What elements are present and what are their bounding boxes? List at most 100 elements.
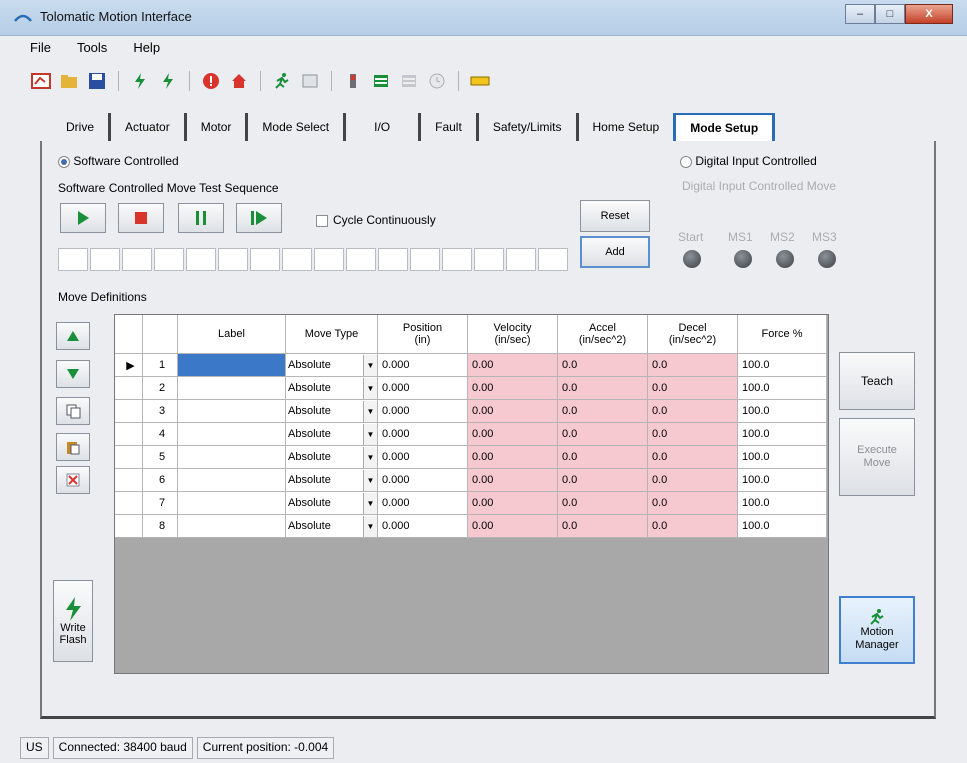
- tab-mode-select[interactable]: Mode Select: [248, 113, 347, 141]
- move-up-button[interactable]: [56, 322, 90, 350]
- sequence-slot[interactable]: [314, 248, 344, 271]
- sequence-slot[interactable]: [186, 248, 216, 271]
- chevron-down-icon[interactable]: ▼: [363, 377, 377, 399]
- run-icon[interactable]: [271, 70, 293, 92]
- clock-icon[interactable]: [426, 70, 448, 92]
- execute-move-button[interactable]: Execute Move: [839, 418, 915, 496]
- table-row[interactable]: 5 Absolute ▼ 0.000 0.00 0.0 0.0 100.0: [115, 446, 828, 469]
- save-icon[interactable]: [86, 70, 108, 92]
- table-row[interactable]: 7 Absolute ▼ 0.000 0.00 0.0 0.0 100.0: [115, 492, 828, 515]
- decel-cell[interactable]: 0.0: [648, 423, 738, 446]
- decel-cell[interactable]: 0.0: [648, 400, 738, 423]
- sequence-slot[interactable]: [538, 248, 568, 271]
- label-cell[interactable]: [178, 515, 286, 538]
- velocity-cell[interactable]: 0.00: [468, 515, 558, 538]
- position-cell[interactable]: 0.000: [378, 469, 468, 492]
- position-cell[interactable]: 0.000: [378, 354, 468, 377]
- sequence-slot[interactable]: [154, 248, 184, 271]
- force-cell[interactable]: 100.0: [738, 446, 827, 469]
- table-row[interactable]: ▶ 1 Absolute ▼ 0.000 0.00 0.0 0.0 100.0: [115, 354, 828, 377]
- force-cell[interactable]: 100.0: [738, 423, 827, 446]
- sequence-slot[interactable]: [474, 248, 504, 271]
- error-icon[interactable]: [200, 70, 222, 92]
- velocity-cell[interactable]: 0.00: [468, 469, 558, 492]
- label-cell[interactable]: [178, 469, 286, 492]
- force-cell[interactable]: 100.0: [738, 400, 827, 423]
- sequence-slot[interactable]: [218, 248, 248, 271]
- move-type-select[interactable]: Absolute ▼: [286, 446, 378, 469]
- velocity-cell[interactable]: 0.00: [468, 377, 558, 400]
- chevron-down-icon[interactable]: ▼: [363, 492, 377, 514]
- velocity-cell[interactable]: 0.00: [468, 423, 558, 446]
- decel-cell[interactable]: 0.0: [648, 492, 738, 515]
- checkbox[interactable]: [316, 214, 328, 227]
- accel-cell[interactable]: 0.0: [558, 400, 648, 423]
- tab-actuator[interactable]: Actuator: [111, 113, 187, 141]
- label-cell[interactable]: [178, 354, 286, 377]
- velocity-cell[interactable]: 0.00: [468, 492, 558, 515]
- menu-help[interactable]: Help: [133, 40, 160, 60]
- home-icon[interactable]: [228, 70, 250, 92]
- tab-drive[interactable]: Drive: [52, 113, 112, 141]
- sequence-slot[interactable]: [506, 248, 536, 271]
- open-icon[interactable]: [58, 70, 80, 92]
- accel-cell[interactable]: 0.0: [558, 423, 648, 446]
- position-cell[interactable]: 0.000: [378, 446, 468, 469]
- force-cell[interactable]: 100.0: [738, 377, 827, 400]
- write-flash-button[interactable]: Write Flash: [53, 580, 93, 662]
- force-cell[interactable]: 100.0: [738, 515, 827, 538]
- velocity-cell[interactable]: 0.00: [468, 400, 558, 423]
- delete-button[interactable]: [56, 466, 90, 494]
- label-cell[interactable]: [178, 400, 286, 423]
- decel-cell[interactable]: 0.0: [648, 469, 738, 492]
- table-row[interactable]: 2 Absolute ▼ 0.000 0.00 0.0 0.0 100.0: [115, 377, 828, 400]
- force-cell[interactable]: 100.0: [738, 492, 827, 515]
- position-cell[interactable]: 0.000: [378, 515, 468, 538]
- decel-cell[interactable]: 0.0: [648, 377, 738, 400]
- io-icon[interactable]: [342, 70, 364, 92]
- force-cell[interactable]: 100.0: [738, 354, 827, 377]
- move-type-select[interactable]: Absolute ▼: [286, 423, 378, 446]
- step-button[interactable]: [236, 203, 282, 233]
- chevron-down-icon[interactable]: ▼: [363, 446, 377, 468]
- sequence-slot[interactable]: [90, 248, 120, 271]
- move-type-select[interactable]: Absolute ▼: [286, 377, 378, 400]
- table-row[interactable]: 8 Absolute ▼ 0.000 0.00 0.0 0.0 100.0: [115, 515, 828, 538]
- decel-cell[interactable]: 0.0: [648, 515, 738, 538]
- accel-cell[interactable]: 0.0: [558, 377, 648, 400]
- menu-file[interactable]: File: [30, 40, 51, 60]
- software-controlled-radio[interactable]: Software Controlled: [58, 154, 179, 168]
- position-cell[interactable]: 0.000: [378, 423, 468, 446]
- chevron-down-icon[interactable]: ▼: [363, 400, 377, 422]
- sequence-slot[interactable]: [58, 248, 88, 271]
- menu-tools[interactable]: Tools: [77, 40, 107, 60]
- connect-icon[interactable]: [30, 70, 52, 92]
- decel-cell[interactable]: 0.0: [648, 354, 738, 377]
- add-button[interactable]: Add: [580, 236, 650, 268]
- grid-disabled-icon[interactable]: [398, 70, 420, 92]
- paste-button[interactable]: [56, 433, 90, 461]
- tab-fault[interactable]: Fault: [421, 113, 479, 141]
- digital-input-radio[interactable]: Digital Input Controlled: [680, 154, 817, 168]
- tab-io[interactable]: I/O: [346, 113, 422, 141]
- chevron-down-icon[interactable]: ▼: [363, 515, 377, 537]
- chevron-down-icon[interactable]: ▼: [363, 469, 377, 491]
- accel-cell[interactable]: 0.0: [558, 354, 648, 377]
- sequence-slot[interactable]: [442, 248, 472, 271]
- chevron-down-icon[interactable]: ▼: [363, 423, 377, 445]
- sequence-slot[interactable]: [410, 248, 440, 271]
- tab-motor[interactable]: Motor: [187, 113, 249, 141]
- battery-icon[interactable]: [469, 70, 491, 92]
- position-cell[interactable]: 0.000: [378, 377, 468, 400]
- grid-icon[interactable]: [370, 70, 392, 92]
- position-cell[interactable]: 0.000: [378, 400, 468, 423]
- accel-cell[interactable]: 0.0: [558, 515, 648, 538]
- reset-button[interactable]: Reset: [580, 200, 650, 232]
- teach-button[interactable]: Teach: [839, 352, 915, 410]
- label-cell[interactable]: [178, 492, 286, 515]
- sequence-slot[interactable]: [122, 248, 152, 271]
- move-down-button[interactable]: [56, 360, 90, 388]
- force-cell[interactable]: 100.0: [738, 469, 827, 492]
- table-row[interactable]: 4 Absolute ▼ 0.000 0.00 0.0 0.0 100.0: [115, 423, 828, 446]
- play-button[interactable]: [60, 203, 106, 233]
